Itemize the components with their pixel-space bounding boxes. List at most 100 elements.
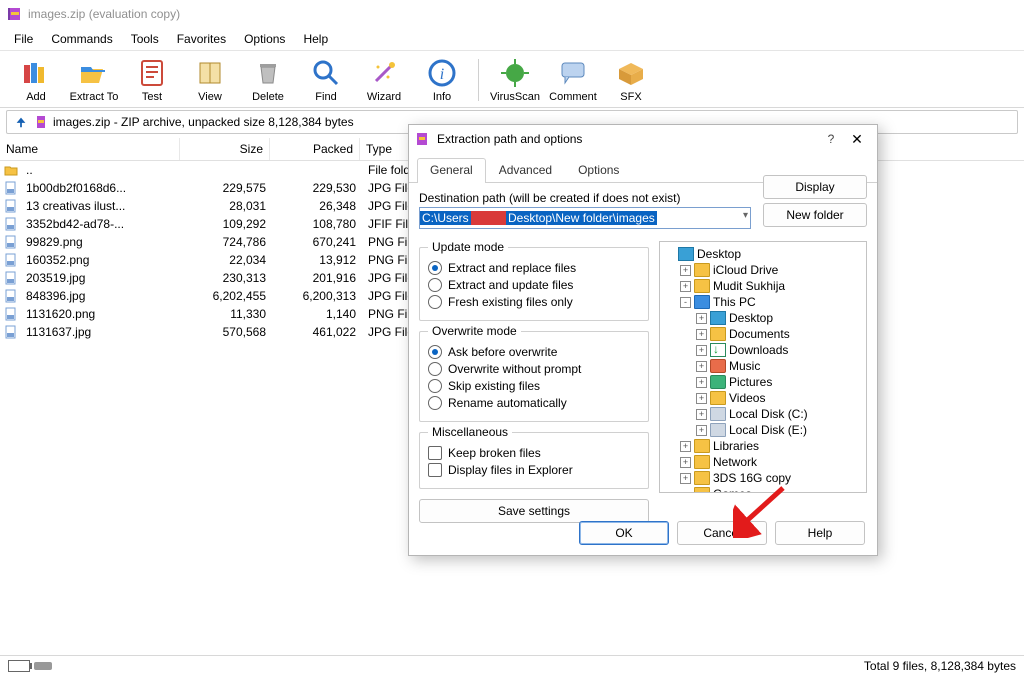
tb-extract[interactable]: Extract To: [66, 55, 122, 105]
tree-node[interactable]: +Mudit Sukhija: [664, 278, 862, 294]
cancel-button[interactable]: Cancel: [677, 521, 767, 545]
opt-overwrite[interactable]: Overwrite without prompt: [428, 362, 640, 376]
expand-icon[interactable]: +: [696, 409, 707, 420]
expand-icon[interactable]: +: [680, 457, 691, 468]
tree-node[interactable]: +Libraries: [664, 438, 862, 454]
lock-icon: [34, 662, 52, 670]
tab-options[interactable]: Options: [565, 158, 632, 183]
radio-icon: [428, 345, 442, 359]
opt-display-explorer[interactable]: Display files in Explorer: [428, 463, 640, 477]
dest-path-input[interactable]: C:\Users . Desktop\New folder\images ▾: [419, 207, 751, 229]
help-button[interactable]: Help: [775, 521, 865, 545]
tree-node[interactable]: +Downloads: [664, 342, 862, 358]
opt-keep-broken[interactable]: Keep broken files: [428, 446, 640, 460]
expand-icon[interactable]: +: [696, 329, 707, 340]
tb-delete[interactable]: Delete: [240, 55, 296, 105]
menu-tools[interactable]: Tools: [123, 30, 167, 48]
folder-icon: [694, 279, 710, 293]
tree-node[interactable]: Desktop: [664, 246, 862, 262]
dl-icon: [710, 343, 726, 357]
expand-icon[interactable]: +: [696, 345, 707, 356]
tree-node[interactable]: Games: [664, 486, 862, 493]
tab-advanced[interactable]: Advanced: [486, 158, 565, 183]
menu-file[interactable]: File: [6, 30, 41, 48]
expand-icon[interactable]: +: [680, 265, 691, 276]
tree-node[interactable]: +Network: [664, 454, 862, 470]
expand-icon[interactable]: +: [680, 281, 691, 292]
magnifier-icon: [310, 57, 342, 89]
radio-icon: [428, 261, 442, 275]
expand-icon[interactable]: +: [696, 313, 707, 324]
ok-button[interactable]: OK: [579, 521, 669, 545]
status-icons: [8, 660, 52, 672]
dialog-help-icon[interactable]: ?: [819, 132, 843, 146]
file-icon: [4, 325, 18, 339]
tb-virusscan[interactable]: VirusScan: [487, 55, 543, 105]
tb-view[interactable]: View: [182, 55, 238, 105]
tree-node[interactable]: +3DS 16G copy: [664, 470, 862, 486]
opt-extract-update[interactable]: Extract and update files: [428, 278, 640, 292]
col-name[interactable]: Name: [0, 138, 180, 160]
tb-info[interactable]: iInfo: [414, 55, 470, 105]
tree-node[interactable]: +Local Disk (C:): [664, 406, 862, 422]
opt-ask[interactable]: Ask before overwrite: [428, 345, 640, 359]
radio-icon: [428, 278, 442, 292]
drive-icon: [710, 407, 726, 421]
col-size[interactable]: Size: [180, 138, 270, 160]
up-button[interactable]: [11, 112, 31, 132]
tree-node[interactable]: +Pictures: [664, 374, 862, 390]
desk-icon: [710, 311, 726, 325]
tree-node[interactable]: +iCloud Drive: [664, 262, 862, 278]
save-settings-button[interactable]: Save settings: [419, 499, 649, 523]
radio-icon: [428, 396, 442, 410]
folder-icon: [694, 439, 710, 453]
expand-icon[interactable]: +: [680, 441, 691, 452]
file-icon: [4, 253, 18, 267]
overwrite-mode-group: Overwrite mode Ask before overwrite Over…: [419, 331, 649, 422]
tree-node[interactable]: -This PC: [664, 294, 862, 310]
tab-general[interactable]: General: [417, 158, 486, 183]
tree-node[interactable]: +Desktop: [664, 310, 862, 326]
tree-node[interactable]: +Local Disk (E:): [664, 422, 862, 438]
expand-icon[interactable]: +: [696, 393, 707, 404]
dest-seg-a: C:\Users: [420, 211, 471, 225]
menu-commands[interactable]: Commands: [43, 30, 120, 48]
folder-tree[interactable]: Desktop+iCloud Drive+Mudit Sukhija-This …: [659, 241, 867, 493]
dialog-titlebar[interactable]: Extraction path and options ? ✕: [409, 125, 877, 153]
expand-icon[interactable]: +: [680, 473, 691, 484]
expand-icon[interactable]: +: [696, 361, 707, 372]
col-packed[interactable]: Packed: [270, 138, 360, 160]
tb-sfx[interactable]: SFX: [603, 55, 659, 105]
tb-wizard[interactable]: Wizard: [356, 55, 412, 105]
dest-redacted: .: [471, 211, 506, 225]
book-icon: [194, 57, 226, 89]
misc-group: Miscellaneous Keep broken files Display …: [419, 432, 649, 489]
tb-add[interactable]: Add: [8, 55, 64, 105]
menu-options[interactable]: Options: [236, 30, 293, 48]
close-icon[interactable]: ✕: [843, 131, 871, 148]
opt-extract-replace[interactable]: Extract and replace files: [428, 261, 640, 275]
tree-node[interactable]: +Documents: [664, 326, 862, 342]
display-button[interactable]: Display: [763, 175, 867, 199]
menu-help[interactable]: Help: [295, 30, 336, 48]
tb-comment[interactable]: Comment: [545, 55, 601, 105]
chevron-down-icon[interactable]: ▾: [743, 210, 748, 221]
opt-skip[interactable]: Skip existing files: [428, 379, 640, 393]
folder-open-icon: [78, 57, 110, 89]
opt-rename[interactable]: Rename automatically: [428, 396, 640, 410]
menubar: File Commands Tools Favorites Options He…: [0, 28, 1024, 51]
box-icon: [615, 57, 647, 89]
expand-icon[interactable]: +: [696, 377, 707, 388]
tb-find[interactable]: Find: [298, 55, 354, 105]
expand-icon[interactable]: -: [680, 297, 691, 308]
file-icon: [4, 181, 18, 195]
tb-test[interactable]: Test: [124, 55, 180, 105]
opt-fresh-only[interactable]: Fresh existing files only: [428, 295, 640, 309]
tree-node[interactable]: +Videos: [664, 390, 862, 406]
new-folder-button[interactable]: New folder: [763, 203, 867, 227]
menu-favorites[interactable]: Favorites: [169, 30, 234, 48]
svg-text:i: i: [440, 66, 444, 83]
expand-icon[interactable]: +: [696, 425, 707, 436]
window-titlebar: images.zip (evaluation copy): [0, 0, 1024, 28]
tree-node[interactable]: +Music: [664, 358, 862, 374]
